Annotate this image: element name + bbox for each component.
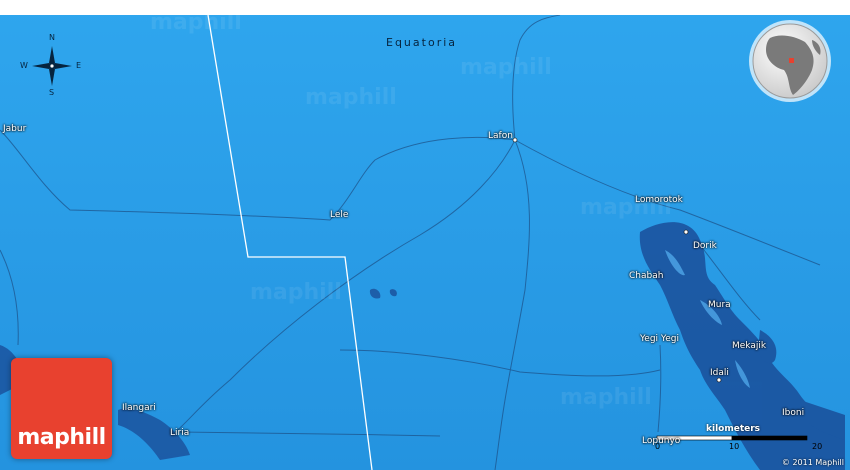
place-label-liria[interactable]: Liria [170, 428, 189, 438]
scale-title: kilometers [706, 424, 761, 434]
place-label-lele[interactable]: Lele [330, 210, 348, 220]
place-label-idali[interactable]: Idali [710, 368, 729, 378]
globe-locator-icon [749, 20, 831, 102]
place-label-yegi-yegi[interactable]: Yegi Yegi [640, 334, 679, 344]
maphill-logo[interactable]: maphill [11, 358, 112, 459]
scale-tick-10: 10 [729, 442, 740, 451]
place-label-chabah[interactable]: Chabah [629, 271, 663, 281]
region-label: Equatoria [386, 36, 458, 49]
place-label-mura[interactable]: Mura [708, 300, 731, 310]
compass-west: W [20, 61, 28, 70]
place-label-ilangari[interactable]: Ilangari [122, 403, 156, 413]
place-label-lomorotok[interactable]: Lomorotok [635, 195, 683, 205]
watermark: maphill [560, 385, 652, 410]
scale-tick-20: 20 [812, 442, 823, 451]
logo-text: maphill [17, 425, 106, 450]
watermark: maphill [305, 85, 397, 110]
compass-north: N [49, 33, 55, 42]
place-label-mekajik[interactable]: Mekajik [732, 341, 766, 351]
watermark: maphill [250, 280, 342, 305]
place-label-lopunyo[interactable]: Lopunyo [642, 436, 680, 446]
map-canvas[interactable] [0, 0, 850, 470]
scale-tick-0: 0 [655, 442, 661, 451]
place-label-lafon[interactable]: Lafon [488, 131, 513, 141]
place-label-iboni[interactable]: Iboni [782, 408, 804, 418]
map-frame-top [0, 0, 850, 15]
compass-east: E [76, 61, 82, 70]
copyright-notice: © 2011 Maphill [781, 458, 844, 467]
place-label-dorik[interactable]: Dorik [693, 241, 717, 251]
compass-south: S [49, 88, 55, 97]
watermark: maphill [460, 55, 552, 80]
place-label-jabur[interactable]: Jabur [3, 124, 26, 134]
watermark: maphill [150, 10, 242, 35]
